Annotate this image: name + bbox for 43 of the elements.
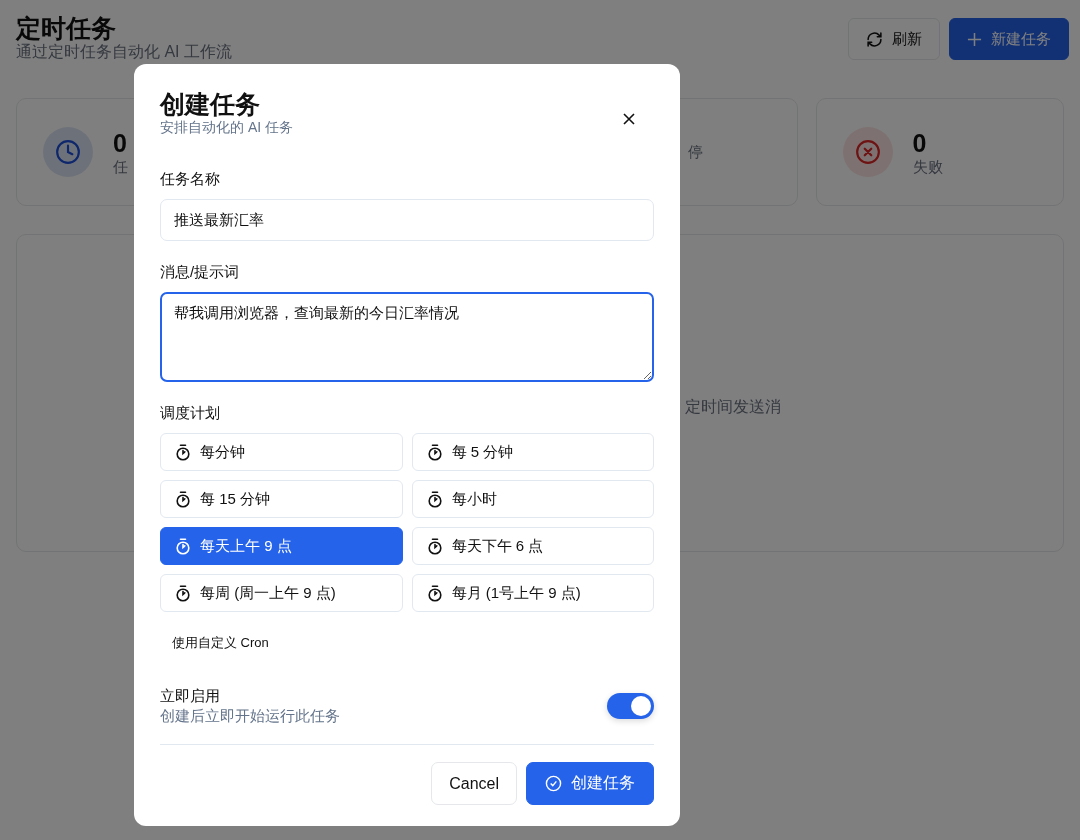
custom-cron-link[interactable]: 使用自定义 Cron	[160, 630, 281, 656]
schedule-option[interactable]: 每小时	[411, 480, 654, 518]
plus-icon	[967, 31, 982, 47]
stopwatch-icon	[426, 490, 443, 508]
stopwatch-icon	[175, 443, 191, 461]
schedule-option[interactable]: 每 5 分钟	[411, 433, 654, 471]
enable-toggle[interactable]	[607, 693, 654, 719]
stopwatch-icon	[426, 443, 443, 461]
stopwatch-icon	[175, 490, 191, 508]
error-icon	[842, 127, 893, 177]
refresh-icon	[866, 30, 883, 48]
stat-label: 任	[113, 157, 128, 177]
schedule-option[interactable]: 每月 (1号上午 9 点)	[411, 574, 654, 612]
stat-value: 0	[113, 127, 128, 158]
schedule-option[interactable]: 每天上午 9 点	[160, 527, 403, 565]
schedule-option[interactable]: 每周 (周一上午 9 点)	[160, 574, 403, 612]
check-circle-icon	[545, 775, 562, 792]
cancel-button[interactable]: Cancel	[431, 762, 517, 805]
stat-label: 失败	[912, 157, 943, 177]
page-title: 定时任务	[16, 14, 117, 42]
dialog-subtitle: 安排自动化的 AI 任务	[160, 118, 293, 136]
field-label: 消息/提示词	[160, 263, 241, 281]
dialog-title: 创建任务	[160, 90, 260, 118]
stopwatch-icon	[426, 584, 443, 602]
field-label: 调度计划	[160, 404, 221, 422]
schedule-option[interactable]: 每天下午 6 点	[411, 527, 654, 565]
page-subtitle: 通过定时任务自动化 AI 工作流	[16, 43, 232, 61]
clock-icon	[43, 127, 93, 177]
message-field[interactable]: 帮我调用浏览器，查询最新的今日汇率情况	[160, 292, 654, 382]
stat-label: 停	[688, 142, 703, 162]
field-label: 任务名称	[160, 170, 221, 188]
stat-value: 0	[912, 127, 928, 158]
create-task-button[interactable]: 创建任务	[526, 762, 654, 805]
empty-message: 定时间发送消	[685, 396, 781, 417]
stopwatch-icon	[175, 584, 191, 602]
schedule-option[interactable]: 每 15 分钟	[160, 480, 403, 518]
task-name-field[interactable]: 推送最新汇率	[160, 199, 654, 241]
toggle-description: 创建后立即开始运行此任务	[160, 706, 340, 726]
refresh-button[interactable]: 刷新	[848, 18, 940, 60]
stopwatch-icon	[426, 537, 443, 555]
stopwatch-icon	[175, 537, 191, 555]
toggle-label: 立即启用	[160, 686, 221, 706]
schedule-option[interactable]: 每分钟	[160, 433, 403, 471]
